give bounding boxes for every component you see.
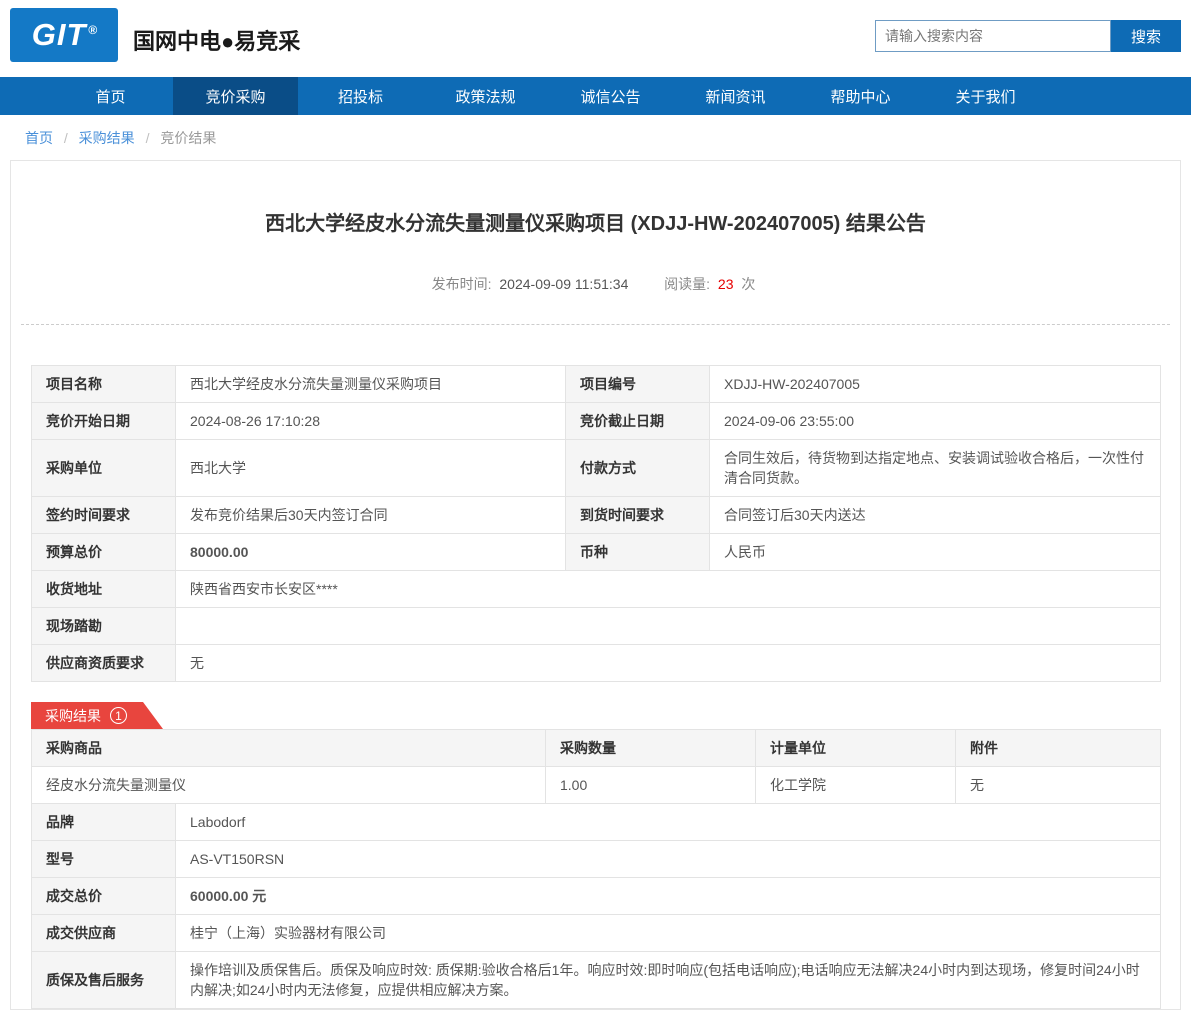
table-header-row: 采购商品 采购数量 计量单位 附件: [31, 729, 1161, 767]
budget-total-price: 80000.00: [175, 533, 566, 571]
result-detail-table: 品牌 Labodorf 型号 AS-VT150RSN 成交总价 60000.00…: [31, 803, 1161, 1009]
project-info-table: 项目名称 西北大学经皮水分流失量测量仪采购项目 项目编号 XDJJ-HW-202…: [31, 365, 1161, 682]
search-button[interactable]: 搜索: [1111, 20, 1181, 52]
table-row: 供应商资质要求 无: [31, 644, 1161, 682]
column-header: 采购商品: [31, 729, 546, 767]
search-input[interactable]: [875, 20, 1111, 52]
table-row: 成交供应商 桂宁（上海）实验器材有限公司: [31, 914, 1161, 952]
field-value: XDJJ-HW-202407005: [709, 365, 1161, 403]
field-label: 到货时间要求: [565, 496, 710, 534]
result-ribbon-label: 采购结果: [45, 707, 101, 724]
product-name: 经皮水分流失量测量仪: [31, 766, 546, 804]
publish-time-value: 2024-09-09 11:51:34: [499, 276, 629, 292]
table-row: 采购单位 西北大学 付款方式 合同生效后，待货物到达指定地点、安装调试验收合格后…: [31, 439, 1161, 497]
publish-time-label: 发布时间:: [431, 276, 492, 292]
content-card: 西北大学经皮水分流失量测量仪采购项目 (XDJJ-HW-202407005) 结…: [10, 160, 1181, 1010]
column-header: 采购数量: [545, 729, 756, 767]
column-header: 计量单位: [755, 729, 956, 767]
field-label: 签约时间要求: [31, 496, 176, 534]
field-label: 付款方式: [565, 439, 710, 497]
nav-item-about-us[interactable]: 关于我们: [923, 77, 1048, 115]
product-unit: 化工学院: [755, 766, 956, 804]
field-value: 合同签订后30天内送达: [709, 496, 1161, 534]
result-section-header: 采购结果 1: [31, 702, 1180, 729]
table-row: 项目名称 西北大学经皮水分流失量测量仪采购项目 项目编号 XDJJ-HW-202…: [31, 365, 1161, 403]
field-value: 合同生效后，待货物到达指定地点、安装调试验收合格后，一次性付清合同货款。: [709, 439, 1161, 497]
table-row: 经皮水分流失量测量仪 1.00 化工学院 无: [31, 766, 1161, 804]
field-label: 质保及售后服务: [31, 951, 176, 1009]
field-value: 2024-09-06 23:55:00: [709, 402, 1161, 440]
table-row: 签约时间要求 发布竞价结果后30天内签订合同 到货时间要求 合同签订后30天内送…: [31, 496, 1161, 534]
field-label: 供应商资质要求: [31, 644, 176, 682]
field-value: 西北大学经皮水分流失量测量仪采购项目: [175, 365, 566, 403]
result-product-table: 采购商品 采购数量 计量单位 附件 经皮水分流失量测量仪 1.00 化工学院 无: [31, 729, 1161, 804]
table-row: 收货地址 陕西省西安市长安区****: [31, 570, 1161, 608]
product-quantity: 1.00: [545, 766, 756, 804]
field-label: 现场踏勘: [31, 607, 176, 645]
breadcrumb-current: 竞价结果: [160, 130, 217, 146]
breadcrumb: 首页 / 采购结果 / 竞价结果: [0, 115, 1191, 160]
result-ribbon: 采购结果 1: [31, 702, 163, 729]
product-attachment: 无: [955, 766, 1161, 804]
field-label: 预算总价: [31, 533, 176, 571]
field-label: 收货地址: [31, 570, 176, 608]
registered-trademark-icon: ®: [88, 23, 99, 37]
article-meta: 发布时间: 2024-09-09 11:51:34 阅读量: 23 次: [11, 274, 1180, 294]
views-label: 阅读量:: [664, 276, 711, 292]
field-label: 币种: [565, 533, 710, 571]
field-label: 品牌: [31, 803, 176, 841]
field-label: 型号: [31, 840, 176, 878]
model-value: AS-VT150RSN: [175, 840, 1161, 878]
table-row: 品牌 Labodorf: [31, 803, 1161, 841]
table-row: 型号 AS-VT150RSN: [31, 840, 1161, 878]
site-title: 国网中电●易竞采: [133, 29, 301, 54]
logo-git-text: GIT ®: [31, 17, 99, 52]
field-label: 项目编号: [565, 365, 710, 403]
field-value: 西北大学: [175, 439, 566, 497]
field-label: 竞价截止日期: [565, 402, 710, 440]
search-box: 搜索: [875, 20, 1181, 52]
views-count: 23: [717, 276, 734, 292]
brand-value: Labodorf: [175, 803, 1161, 841]
table-row: 成交总价 60000.00 元: [31, 877, 1161, 915]
table-row: 质保及售后服务 操作培训及质保售后。质保及响应时效: 质保期:验收合格后1年。响…: [31, 951, 1161, 1009]
field-value: [175, 607, 1161, 645]
field-label: 采购单位: [31, 439, 176, 497]
supplier-value: 桂宁（上海）实验器材有限公司: [175, 914, 1161, 952]
deal-total-price: 60000.00 元: [175, 877, 1161, 915]
field-value: 2024-08-26 17:10:28: [175, 402, 566, 440]
page-title: 西北大学经皮水分流失量测量仪采购项目 (XDJJ-HW-202407005) 结…: [265, 213, 926, 235]
table-row: 现场踏勘: [31, 607, 1161, 645]
field-value: 发布竞价结果后30天内签订合同: [175, 496, 566, 534]
nav-item-news[interactable]: 新闻资讯: [673, 77, 798, 115]
table-row: 竞价开始日期 2024-08-26 17:10:28 竞价截止日期 2024-0…: [31, 402, 1161, 440]
nav-item-home[interactable]: 首页: [48, 77, 173, 115]
page-header: GIT® 国网中电●易竞采 搜索: [0, 0, 1191, 77]
table-row: 预算总价 80000.00 币种 人民币: [31, 533, 1161, 571]
nav-item-help-center[interactable]: 帮助中心: [798, 77, 923, 115]
nav-item-tender[interactable]: 招投标: [298, 77, 423, 115]
breadcrumb-link-procurement-results[interactable]: 采购结果: [79, 130, 135, 146]
nav-item-integrity-notice[interactable]: 诚信公告: [548, 77, 673, 115]
views-unit: 次: [741, 276, 756, 292]
field-value: 陕西省西安市长安区****: [175, 570, 1161, 608]
warranty-service-value: 操作培训及质保售后。质保及响应时效: 质保期:验收合格后1年。响应时效:即时响应…: [175, 951, 1161, 1009]
site-logo[interactable]: GIT ®: [10, 8, 118, 62]
breadcrumb-link-home[interactable]: 首页: [25, 130, 53, 146]
column-header: 附件: [955, 729, 1161, 767]
field-label: 成交总价: [31, 877, 176, 915]
dashed-divider: [21, 324, 1170, 325]
field-label: 项目名称: [31, 365, 176, 403]
nav-item-policy[interactable]: 政策法规: [423, 77, 548, 115]
field-label: 成交供应商: [31, 914, 176, 952]
nav-item-bidding-procurement[interactable]: 竞价采购: [173, 77, 298, 115]
breadcrumb-separator: /: [63, 130, 68, 146]
field-label: 竞价开始日期: [31, 402, 176, 440]
main-nav: 首页 竞价采购 招投标 政策法规 诚信公告 新闻资讯 帮助中心 关于我们: [0, 77, 1191, 115]
field-value: 人民币: [709, 533, 1161, 571]
breadcrumb-separator: /: [145, 130, 150, 146]
field-value: 无: [175, 644, 1161, 682]
result-count-badge: 1: [110, 707, 127, 724]
